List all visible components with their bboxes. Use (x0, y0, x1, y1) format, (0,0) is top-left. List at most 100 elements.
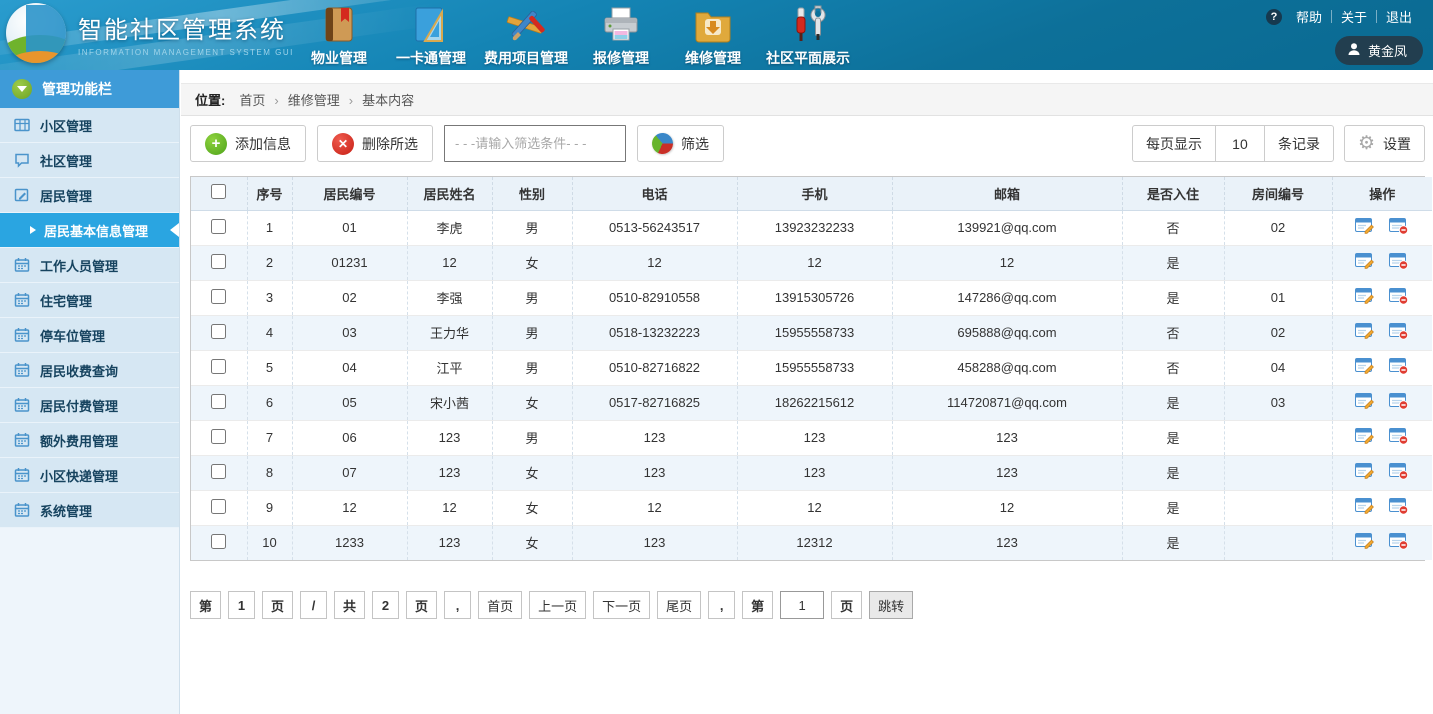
nav-item-onecard[interactable]: 一卡通管理 (392, 2, 470, 68)
first-page-button[interactable]: 首页 (478, 591, 522, 619)
row-checkbox[interactable] (211, 499, 226, 514)
page-info-segment-4: 共 (334, 591, 365, 619)
delete-selected-button[interactable]: ✕ 删除所选 (317, 125, 433, 162)
table-cell: 123 (892, 525, 1122, 560)
nav-item-maintenance[interactable]: 维修管理 (674, 2, 752, 68)
folder-download-icon (692, 3, 734, 47)
edit-row-icon[interactable] (1355, 392, 1375, 413)
sidebar-menu: 小区管理社区管理居民管理居民基本信息管理工作人员管理住宅管理停车位管理居民收费查… (0, 108, 179, 528)
delete-row-icon[interactable] (1389, 322, 1409, 343)
column-header: 电话 (572, 177, 737, 210)
delete-row-icon[interactable] (1389, 532, 1409, 553)
table-cell: 2 (247, 245, 292, 280)
table-cell: 男 (492, 350, 572, 385)
table-cell: 01 (1224, 280, 1332, 315)
sidebar-item-7[interactable]: 居民收费查询 (0, 353, 179, 388)
sidebar-item-label: 居民收费查询 (40, 361, 118, 380)
settings-button[interactable]: ⚙ 设置 (1344, 125, 1425, 162)
edit-row-icon[interactable] (1355, 217, 1375, 238)
delete-row-icon[interactable] (1389, 462, 1409, 483)
row-checkbox[interactable] (211, 324, 226, 339)
row-checkbox[interactable] (211, 359, 226, 374)
per-page-input[interactable] (1215, 125, 1265, 162)
filter-input[interactable] (444, 125, 626, 162)
row-checkbox[interactable] (211, 429, 226, 444)
select-all-checkbox[interactable] (211, 184, 226, 199)
row-checkbox[interactable] (211, 394, 226, 409)
sidebar-item-8[interactable]: 居民付费管理 (0, 388, 179, 423)
records-label: 条记录 (1264, 125, 1334, 162)
delete-row-icon[interactable] (1389, 427, 1409, 448)
prev-page-button[interactable]: 上一页 (529, 591, 586, 619)
sidebar-item-0[interactable]: 小区管理 (0, 108, 179, 143)
row-checkbox[interactable] (211, 534, 226, 549)
logout-link[interactable]: 退出 (1377, 7, 1421, 26)
table-cell: 13915305726 (737, 280, 892, 315)
settings-label: 设置 (1383, 134, 1411, 154)
delete-row-icon[interactable] (1389, 357, 1409, 378)
nav-item-fee-items[interactable]: 费用项目管理 (484, 2, 568, 68)
nav-item-repair-report[interactable]: 报修管理 (582, 2, 660, 68)
edit-row-icon[interactable] (1355, 532, 1375, 553)
sidebar-item-10[interactable]: 小区快递管理 (0, 458, 179, 493)
sidebar-item-label: 系统管理 (40, 501, 92, 520)
row-actions-cell (1332, 315, 1432, 350)
row-checkbox[interactable] (211, 464, 226, 479)
jump-button[interactable]: 跳转 (869, 591, 913, 619)
sidebar-item-4[interactable]: 工作人员管理 (0, 248, 179, 283)
next-page-button[interactable]: 下一页 (593, 591, 650, 619)
table-cell: 123 (892, 455, 1122, 490)
row-checkbox[interactable] (211, 219, 226, 234)
page-info-segment-6: 页 (406, 591, 437, 619)
page-jump-input[interactable] (780, 591, 824, 619)
sidebar-subitem-3[interactable]: 居民基本信息管理 (0, 213, 179, 248)
row-checkbox[interactable] (211, 289, 226, 304)
sidebar-item-5[interactable]: 住宅管理 (0, 283, 179, 318)
nav-item-property[interactable]: 物业管理 (300, 2, 378, 68)
edit-row-icon[interactable] (1355, 322, 1375, 343)
row-checkbox[interactable] (211, 254, 226, 269)
table-cell: 15955558733 (737, 315, 892, 350)
breadcrumb-maintenance[interactable]: 维修管理 (288, 90, 362, 109)
last-page-button[interactable]: 尾页 (657, 591, 701, 619)
sidebar-item-label: 小区管理 (40, 116, 92, 135)
sidebar-header[interactable]: 管理功能栏 (0, 70, 179, 108)
add-info-button[interactable]: + 添加信息 (190, 125, 306, 162)
edit-row-icon[interactable] (1355, 287, 1375, 308)
edit-row-icon[interactable] (1355, 427, 1375, 448)
sidebar-item-2[interactable]: 居民管理 (0, 178, 179, 213)
breadcrumb: 位置: 首页 维修管理 基本内容 (181, 83, 1433, 116)
delete-row-icon[interactable] (1389, 392, 1409, 413)
table-cell: 12 (572, 245, 737, 280)
row-actions-cell (1332, 420, 1432, 455)
nav-label: 社区平面展示 (766, 48, 850, 68)
user-name: 黄金凤 (1368, 41, 1407, 60)
delete-row-icon[interactable] (1389, 217, 1409, 238)
sidebar-item-6[interactable]: 停车位管理 (0, 318, 179, 353)
sidebar-item-9[interactable]: 额外费用管理 (0, 423, 179, 458)
table-cell: 123 (737, 420, 892, 455)
nav-item-community-plan[interactable]: 社区平面展示 (766, 2, 850, 68)
row-select-cell (191, 455, 247, 490)
help-link[interactable]: 帮助 (1287, 7, 1331, 26)
current-user-badge[interactable]: 黄金凤 (1335, 36, 1423, 65)
select-all-cell (191, 177, 247, 210)
row-select-cell (191, 210, 247, 245)
delete-row-icon[interactable] (1389, 252, 1409, 273)
sidebar-title: 管理功能栏 (42, 79, 112, 99)
breadcrumb-home[interactable]: 首页 (239, 90, 287, 109)
edit-row-icon[interactable] (1355, 357, 1375, 378)
table-cell: 男 (492, 420, 572, 455)
delete-row-icon[interactable] (1389, 287, 1409, 308)
row-actions-cell (1332, 490, 1432, 525)
table-cell: 18262215612 (737, 385, 892, 420)
about-link[interactable]: 关于 (1332, 7, 1376, 26)
sidebar-item-11[interactable]: 系统管理 (0, 493, 179, 528)
filter-button[interactable]: 筛选 (637, 125, 724, 162)
table-cell: 是 (1122, 385, 1224, 420)
delete-row-icon[interactable] (1389, 497, 1409, 518)
edit-row-icon[interactable] (1355, 497, 1375, 518)
edit-row-icon[interactable] (1355, 252, 1375, 273)
sidebar-item-1[interactable]: 社区管理 (0, 143, 179, 178)
edit-row-icon[interactable] (1355, 462, 1375, 483)
